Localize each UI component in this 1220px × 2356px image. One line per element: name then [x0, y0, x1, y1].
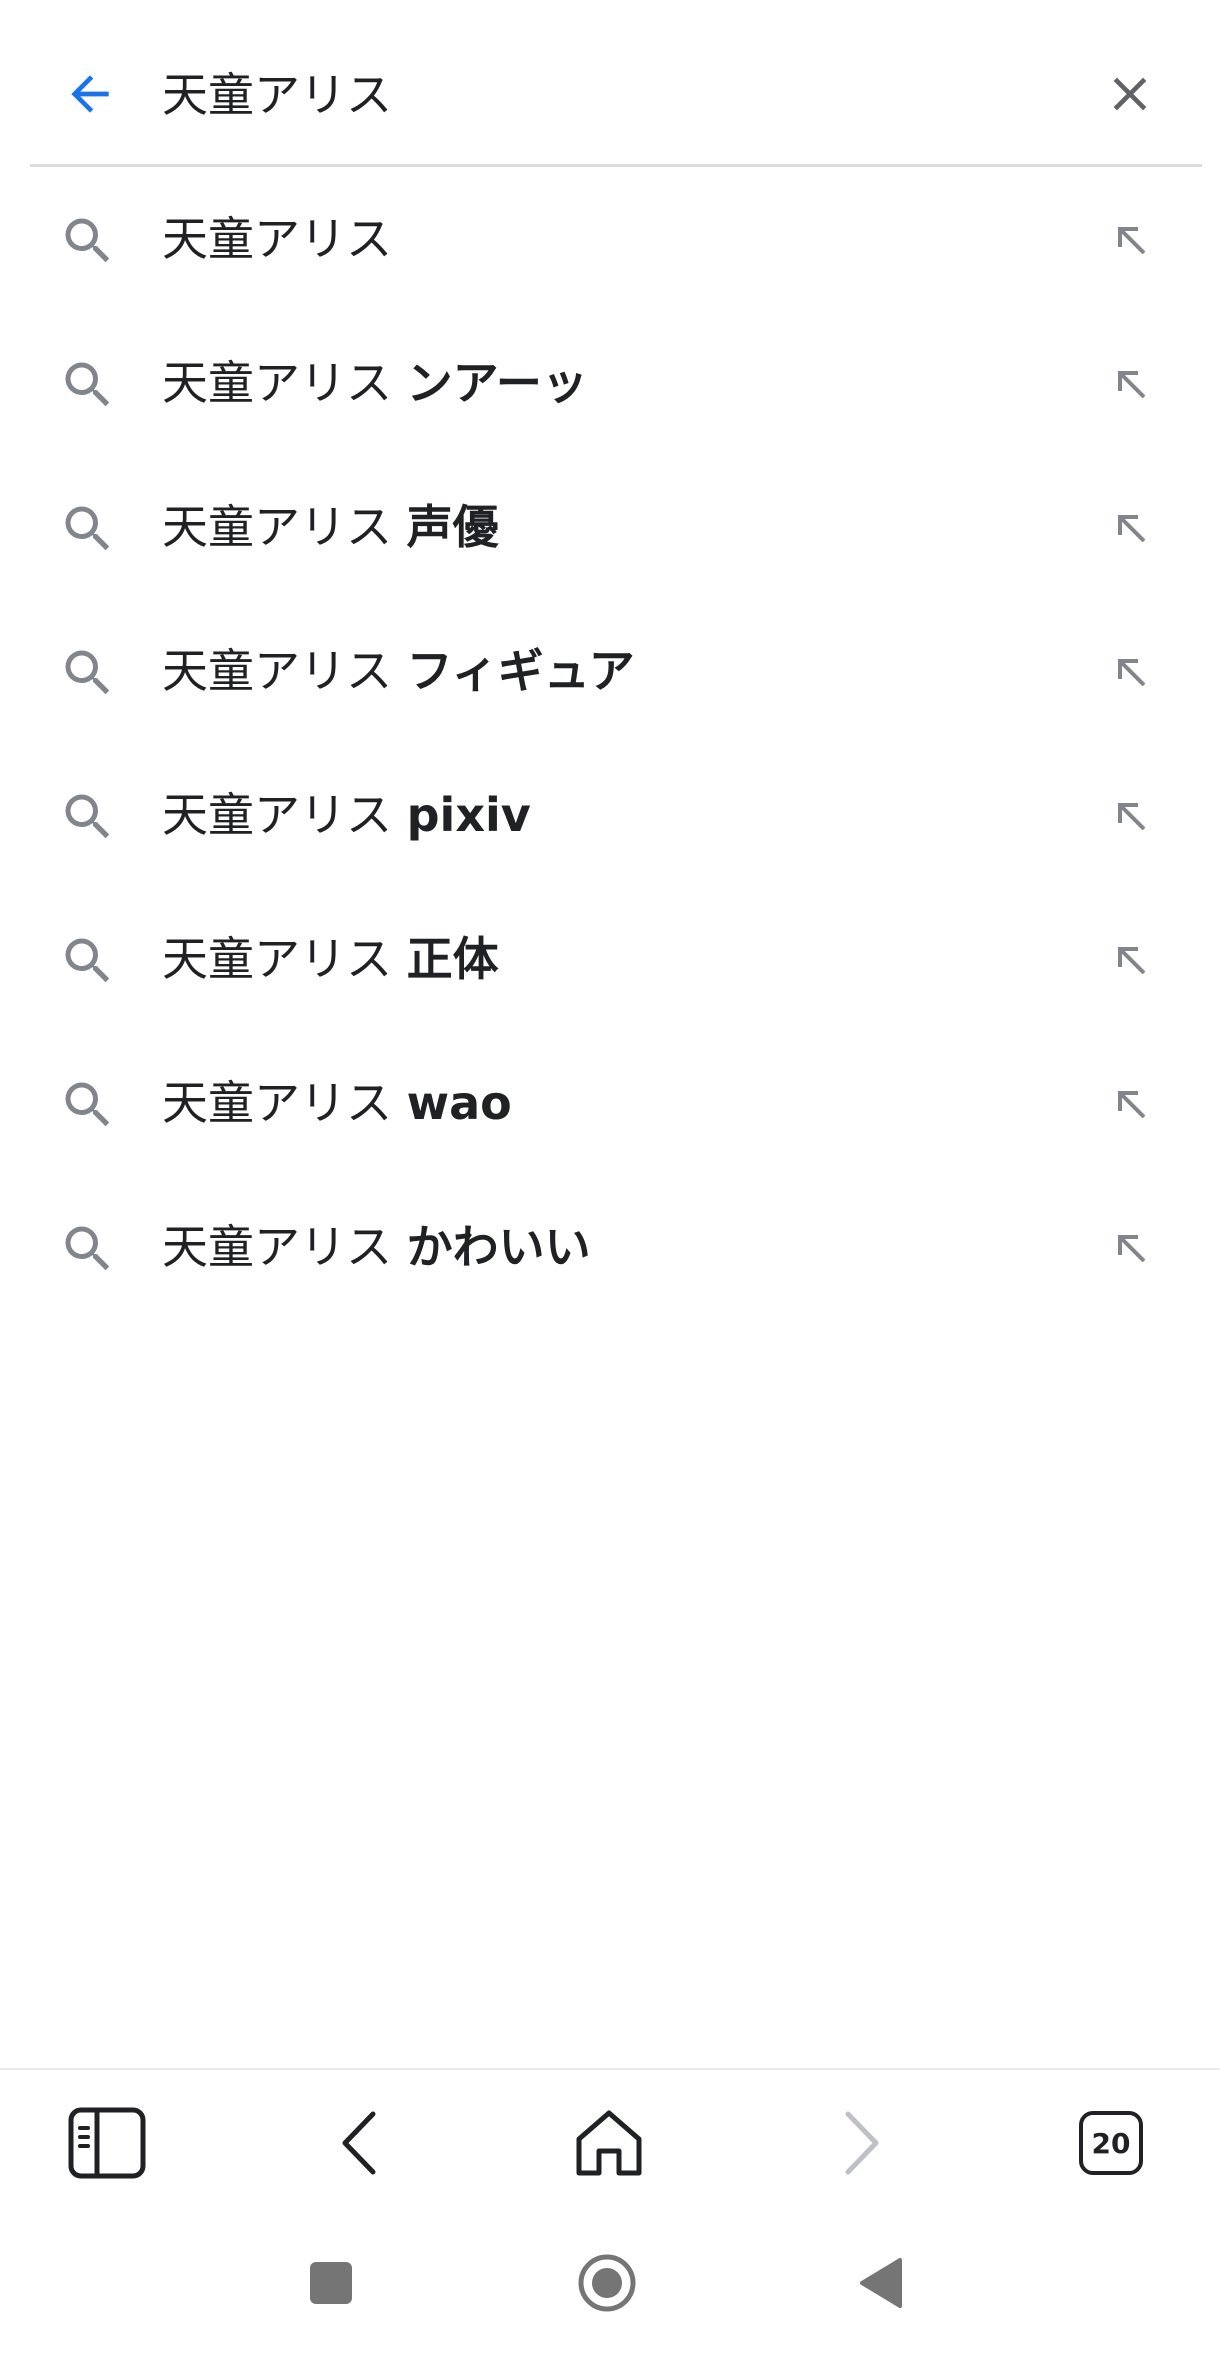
suggestion-item[interactable]: 天童アリス ンアーッ [0, 311, 1220, 455]
square-icon [310, 2262, 352, 2304]
arrow-up-left-icon [1118, 947, 1146, 975]
chevron-left-icon [342, 2111, 376, 2175]
suggestion-text: 天童アリス [162, 167, 392, 311]
search-icon [65, 362, 110, 407]
suggestion-prefix: 天童アリス [162, 788, 407, 842]
chevron-right-icon [845, 2111, 879, 2175]
triangle-icon [860, 2258, 902, 2308]
system-back-button[interactable] [836, 2238, 926, 2328]
arrow-up-left-icon [1118, 1091, 1146, 1119]
system-home-button[interactable] [562, 2238, 652, 2328]
search-icon [65, 938, 110, 983]
back-button[interactable] [54, 58, 126, 130]
suggestion-prefix: 天童アリス [162, 1220, 407, 1274]
suggestion-prefix: 天童アリス [162, 500, 407, 554]
home-icon [576, 2110, 642, 2176]
suggestion-suffix: 声優 [406, 500, 499, 554]
suggestion-prefix: 天童アリス [162, 1076, 407, 1130]
tab-count: 20 [1091, 2126, 1131, 2160]
suggestion-list: 天童アリス 天童アリス ンアーッ 天童アリス 声優 天童アリス フィギュア 天童… [0, 167, 1220, 1319]
arrow-up-left-icon [1118, 659, 1146, 687]
suggestion-item[interactable]: 天童アリス 正体 [0, 887, 1220, 1031]
bottom-toolbar: 20 [0, 2070, 1220, 2216]
suggestion-item[interactable]: 天童アリス フィギュア [0, 599, 1220, 743]
suggestion-text: 天童アリス かわいい [162, 1175, 591, 1319]
search-icon [65, 506, 110, 551]
arrow-up-left-icon [1118, 515, 1146, 543]
suggestion-prefix: 天童アリス [162, 356, 407, 410]
search-icon [65, 650, 110, 695]
suggestion-text: 天童アリス pixiv [162, 743, 531, 887]
browser-back-button[interactable] [315, 2098, 405, 2188]
search-icon [65, 1226, 110, 1271]
suggestion-suffix: pixiv [406, 788, 531, 842]
suggestion-suffix: ンアーッ [406, 356, 588, 410]
suggestion-text: 天童アリス フィギュア [162, 599, 635, 743]
arrow-up-left-icon [1118, 1235, 1146, 1263]
search-icon [65, 1082, 110, 1127]
suggestion-suffix: フィギュア [406, 644, 635, 698]
sidebar-icon [68, 2107, 146, 2179]
suggestion-prefix: 天童アリス [162, 212, 392, 266]
suggestion-suffix: 正体 [406, 932, 499, 986]
search-bar [0, 0, 1220, 167]
system-nav-bar [0, 2216, 1220, 2356]
suggestion-text: 天童アリス 声優 [162, 455, 499, 599]
search-icon [65, 218, 110, 263]
tabs-icon: 20 [1079, 2111, 1143, 2175]
fill-query-button[interactable] [1094, 1211, 1166, 1283]
arrow-left-icon [71, 75, 109, 113]
arrow-up-left-icon [1118, 803, 1146, 831]
suggestion-item[interactable]: 天童アリス pixiv [0, 743, 1220, 887]
fill-query-button[interactable] [1094, 203, 1166, 275]
arrow-up-left-icon [1118, 227, 1146, 255]
suggestion-suffix: wao [406, 1076, 512, 1130]
search-icon [65, 794, 110, 839]
sidebar-button[interactable] [62, 2098, 152, 2188]
browser-forward-button[interactable] [816, 2098, 906, 2188]
suggestion-suffix: かわいい [406, 1220, 591, 1274]
suggestion-item[interactable]: 天童アリス [0, 167, 1220, 311]
suggestion-text: 天童アリス wao [162, 1031, 512, 1175]
close-icon [1113, 77, 1147, 111]
suggestion-item[interactable]: 天童アリス 声優 [0, 455, 1220, 599]
fill-query-button[interactable] [1094, 491, 1166, 563]
suggestion-prefix: 天童アリス [162, 932, 407, 986]
fill-query-button[interactable] [1094, 635, 1166, 707]
fill-query-button[interactable] [1094, 1067, 1166, 1139]
fill-query-button[interactable] [1094, 779, 1166, 851]
fill-query-button[interactable] [1094, 923, 1166, 995]
suggestion-item[interactable]: 天童アリス wao [0, 1031, 1220, 1175]
recents-button[interactable] [286, 2238, 376, 2328]
arrow-up-left-icon [1118, 371, 1146, 399]
circle-icon [578, 2254, 636, 2312]
browser-home-button[interactable] [564, 2098, 654, 2188]
search-input[interactable] [162, 52, 1062, 132]
tabs-button[interactable]: 20 [1066, 2098, 1156, 2188]
fill-query-button[interactable] [1094, 347, 1166, 419]
suggestion-text: 天童アリス 正体 [162, 887, 499, 1031]
suggestion-prefix: 天童アリス [162, 644, 407, 698]
suggestion-item[interactable]: 天童アリス かわいい [0, 1175, 1220, 1319]
suggestion-text: 天童アリス ンアーッ [162, 311, 588, 455]
clear-button[interactable] [1094, 58, 1166, 130]
